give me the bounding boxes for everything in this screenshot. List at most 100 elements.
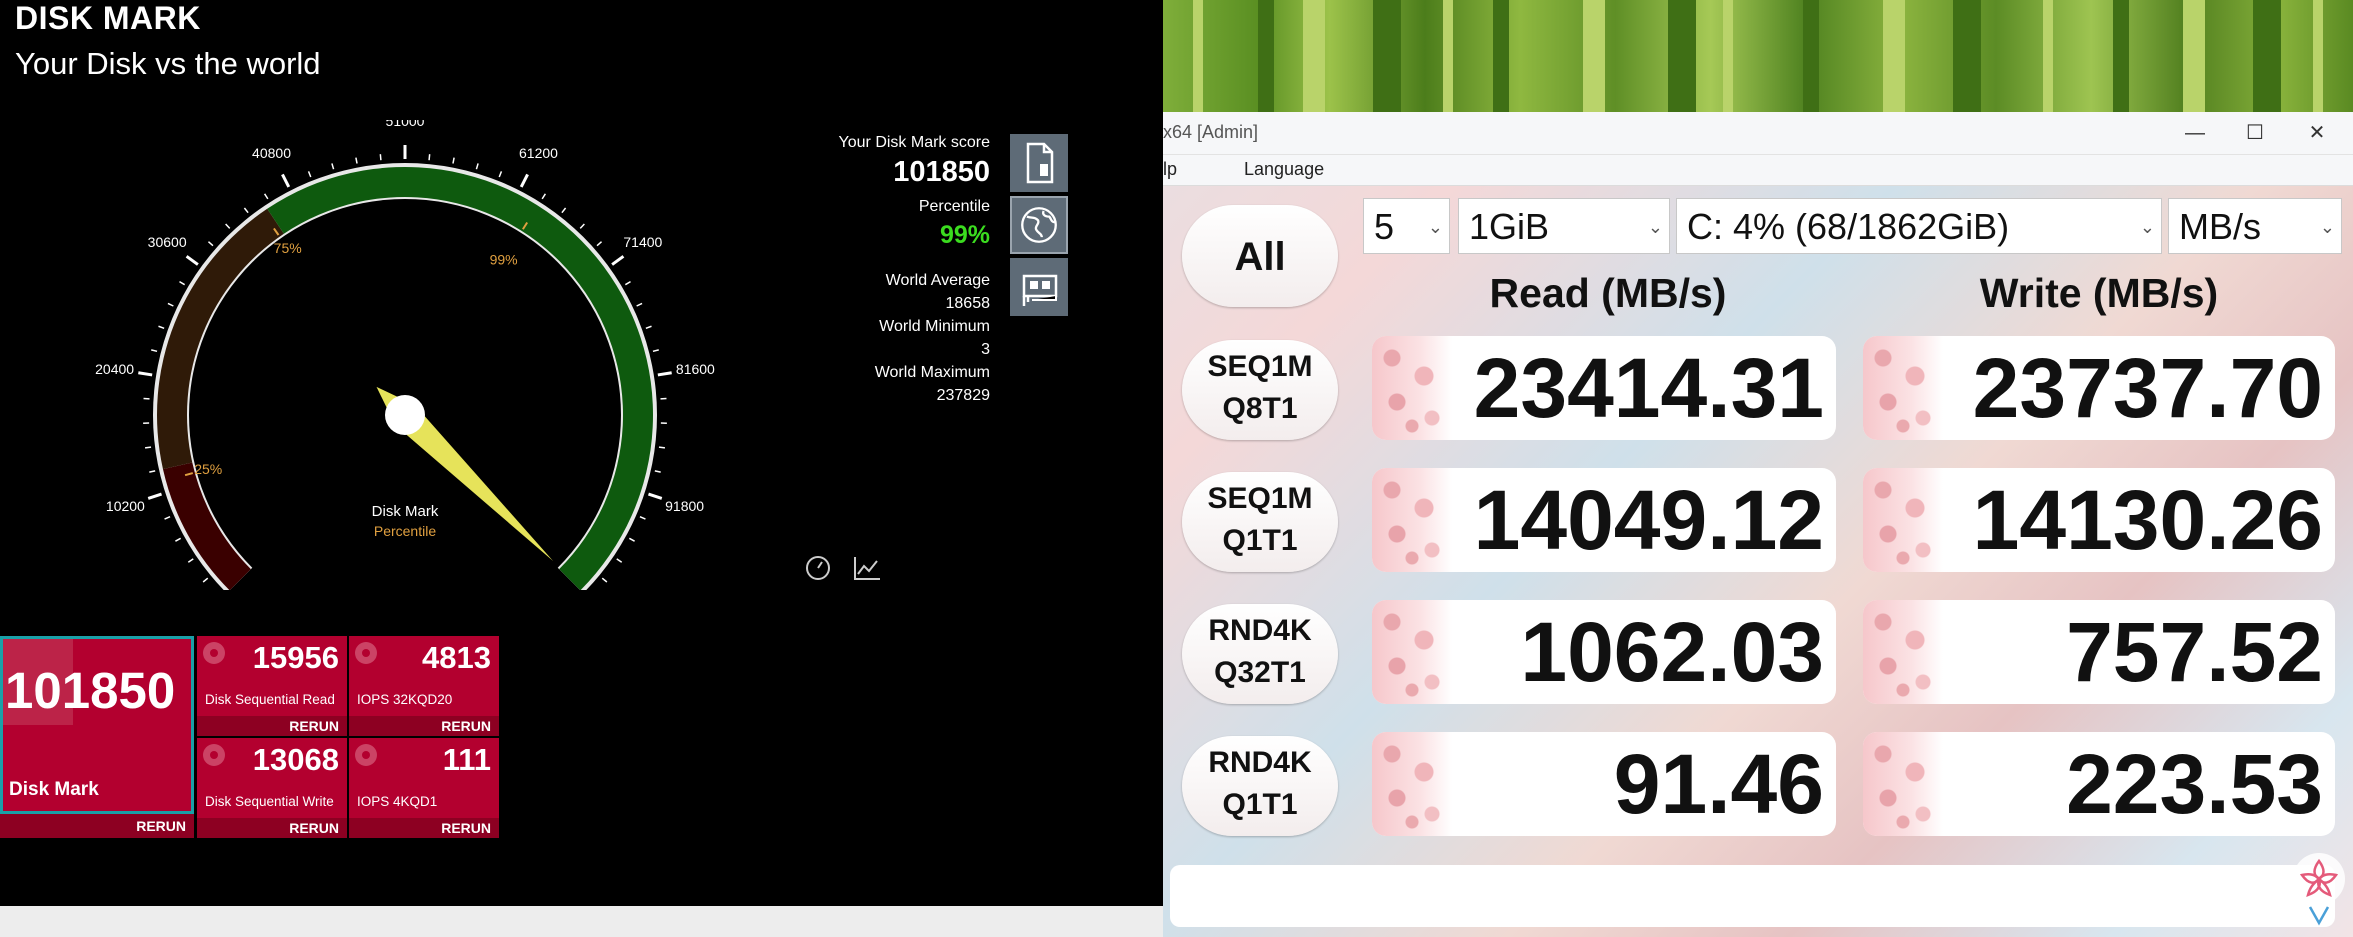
gauge-center-subtitle: Percentile (374, 523, 436, 539)
gauge-minor-tick (144, 446, 152, 449)
write-value: 757.52 (2066, 605, 2323, 699)
tile-iops-4kqd1[interactable]: 111 IOPS 4KQD1 RERUN (349, 738, 499, 838)
write-value: 23737.70 (1972, 341, 2323, 435)
unit-select[interactable]: MB/s ⌄ (2168, 198, 2342, 254)
test-button-rnd4k-q32t1[interactable]: RND4K Q32T1 (1182, 604, 1338, 704)
bamboo-stalk (1303, 0, 1325, 120)
test-button-seq1m-q8t1[interactable]: SEQ1M Q8T1 (1182, 340, 1338, 440)
sakura-decoration (1372, 336, 1452, 440)
gauge-minor-tick (331, 163, 335, 170)
chart-icon[interactable] (852, 554, 882, 582)
bamboo-stalk (2253, 0, 2281, 120)
sakura-decoration (1372, 732, 1452, 836)
sakura-decoration (1863, 600, 1943, 704)
unit-value: MB/s (2179, 206, 2262, 247)
world-minimum-label: World Minimum (879, 318, 990, 335)
rerun-button[interactable]: RERUN (349, 818, 499, 838)
test-label-line2: Q1T1 (1222, 788, 1298, 821)
gauge-minor-tick (151, 349, 158, 353)
gauge-minor-tick (645, 325, 652, 329)
gauge-icon[interactable] (804, 554, 832, 582)
rerun-button[interactable]: RERUN (197, 716, 347, 736)
rerun-button[interactable]: RERUN (349, 716, 499, 736)
gauge-minor-tick (164, 515, 171, 520)
world-minimum-value: 3 (981, 341, 990, 358)
test-button-seq1m-q1t1[interactable]: SEQ1M Q1T1 (1182, 472, 1338, 572)
minimize-button[interactable]: — (2175, 118, 2215, 148)
tile-disk-mark-rerun-bar[interactable]: RERUN (0, 814, 194, 838)
sakura-decoration (1863, 468, 1943, 572)
disk-icon (201, 742, 227, 768)
test-label-line2: Q1T1 (1222, 524, 1298, 557)
world-average-value: 18658 (945, 295, 991, 312)
disk-icon (353, 640, 379, 666)
read-result: 91.46 (1372, 732, 1836, 836)
sakura-decoration (1372, 600, 1452, 704)
maximize-button[interactable]: ☐ (2235, 118, 2275, 148)
test-label-line2: Q8T1 (1222, 392, 1298, 425)
gauge-tick-label: 20400 (95, 361, 134, 377)
tile-disk-mark-value: 101850 (5, 662, 176, 719)
all-button[interactable]: All (1182, 205, 1338, 307)
bamboo-stalk (1668, 0, 1696, 120)
tile-iops-32kqd20[interactable]: 4813 IOPS 32KQD20 RERUN (349, 636, 499, 736)
write-value: 223.53 (2066, 737, 2323, 831)
drive-select[interactable]: C: 4% (68/1862GiB) ⌄ (1676, 198, 2162, 254)
gauge-minor-tick (307, 171, 312, 178)
tile-seq-write[interactable]: 13068 Disk Sequential Write RERUN (197, 738, 347, 838)
gauge-minor-tick (158, 325, 165, 329)
test-size-select[interactable]: 1GiB ⌄ (1458, 198, 1670, 254)
disk-icon (353, 742, 379, 768)
gauge-minor-tick (652, 349, 659, 353)
report-icon[interactable] (1010, 134, 1068, 192)
app-title: DISK MARK (15, 0, 201, 36)
drive-value: C: 4% (68/1862GiB) (1687, 206, 2010, 247)
close-button[interactable]: ✕ (2297, 118, 2337, 148)
gauge-tick-label: 51000 (386, 120, 425, 129)
gauge-major-tick (138, 371, 153, 377)
read-result: 14049.12 (1372, 468, 1836, 572)
comment-field[interactable] (1170, 865, 2335, 927)
tile-seq-write-value: 13068 (252, 742, 339, 777)
gauge-center-title: Disk Mark (372, 503, 439, 520)
title-bar: x64 [Admin] — ☐ ✕ (1163, 112, 2353, 155)
bamboo-stalk (2183, 0, 2205, 120)
tile-disk-mark[interactable]: 101850 Disk Mark (0, 636, 194, 814)
gauge-minor-tick (561, 207, 567, 214)
hardware-icon[interactable] (1010, 258, 1068, 316)
chevron-down-icon: ⌄ (2139, 217, 2155, 237)
app-subtitle: Your Disk vs the world (15, 46, 321, 81)
tile-seq-read[interactable]: 15956 Disk Sequential Read RERUN (197, 636, 347, 736)
percentile-label: Percentile (918, 198, 990, 215)
percentile-value: 99% (939, 221, 990, 249)
gauge-minor-tick (541, 193, 547, 200)
menu-help[interactable]: lp (1163, 159, 1177, 180)
rerun-button[interactable]: RERUN (0, 814, 194, 838)
read-header: Read (MB/s) (1489, 270, 1727, 316)
bamboo-stalk (2113, 0, 2129, 120)
gauge-minor-tick (243, 207, 249, 214)
gauge-tick-label: 40800 (252, 145, 291, 161)
test-count-select[interactable]: 5 ⌄ (1363, 198, 1450, 254)
test-label-line1: SEQ1M (1207, 350, 1313, 383)
gauge-minor-tick (179, 280, 186, 286)
gauge-minor-tick (475, 163, 479, 170)
globe-icon[interactable] (1010, 196, 1068, 254)
tile-disk-mark-label: Disk Mark (9, 779, 99, 800)
gauge-minor-tick (654, 470, 661, 473)
sakura-decoration (1372, 468, 1452, 572)
rerun-button[interactable]: RERUN (197, 818, 347, 838)
score-label: Your Disk Mark score (838, 134, 990, 151)
gauge-minor-tick (601, 577, 608, 583)
gauge-minor-tick (187, 558, 194, 563)
menu-language[interactable]: Language (1244, 159, 1324, 180)
gauge-minor-tick (202, 577, 209, 583)
read-result: 1062.03 (1372, 600, 1836, 704)
test-button-rnd4k-q1t1[interactable]: RND4K Q1T1 (1182, 736, 1338, 836)
gauge-hub (385, 395, 425, 435)
bamboo-stalk (1883, 0, 1905, 120)
gauge-band-low (162, 462, 251, 590)
bamboo-stalk (1723, 0, 1733, 120)
gauge-minor-tick (596, 241, 603, 247)
read-value: 1062.03 (1520, 605, 1824, 699)
